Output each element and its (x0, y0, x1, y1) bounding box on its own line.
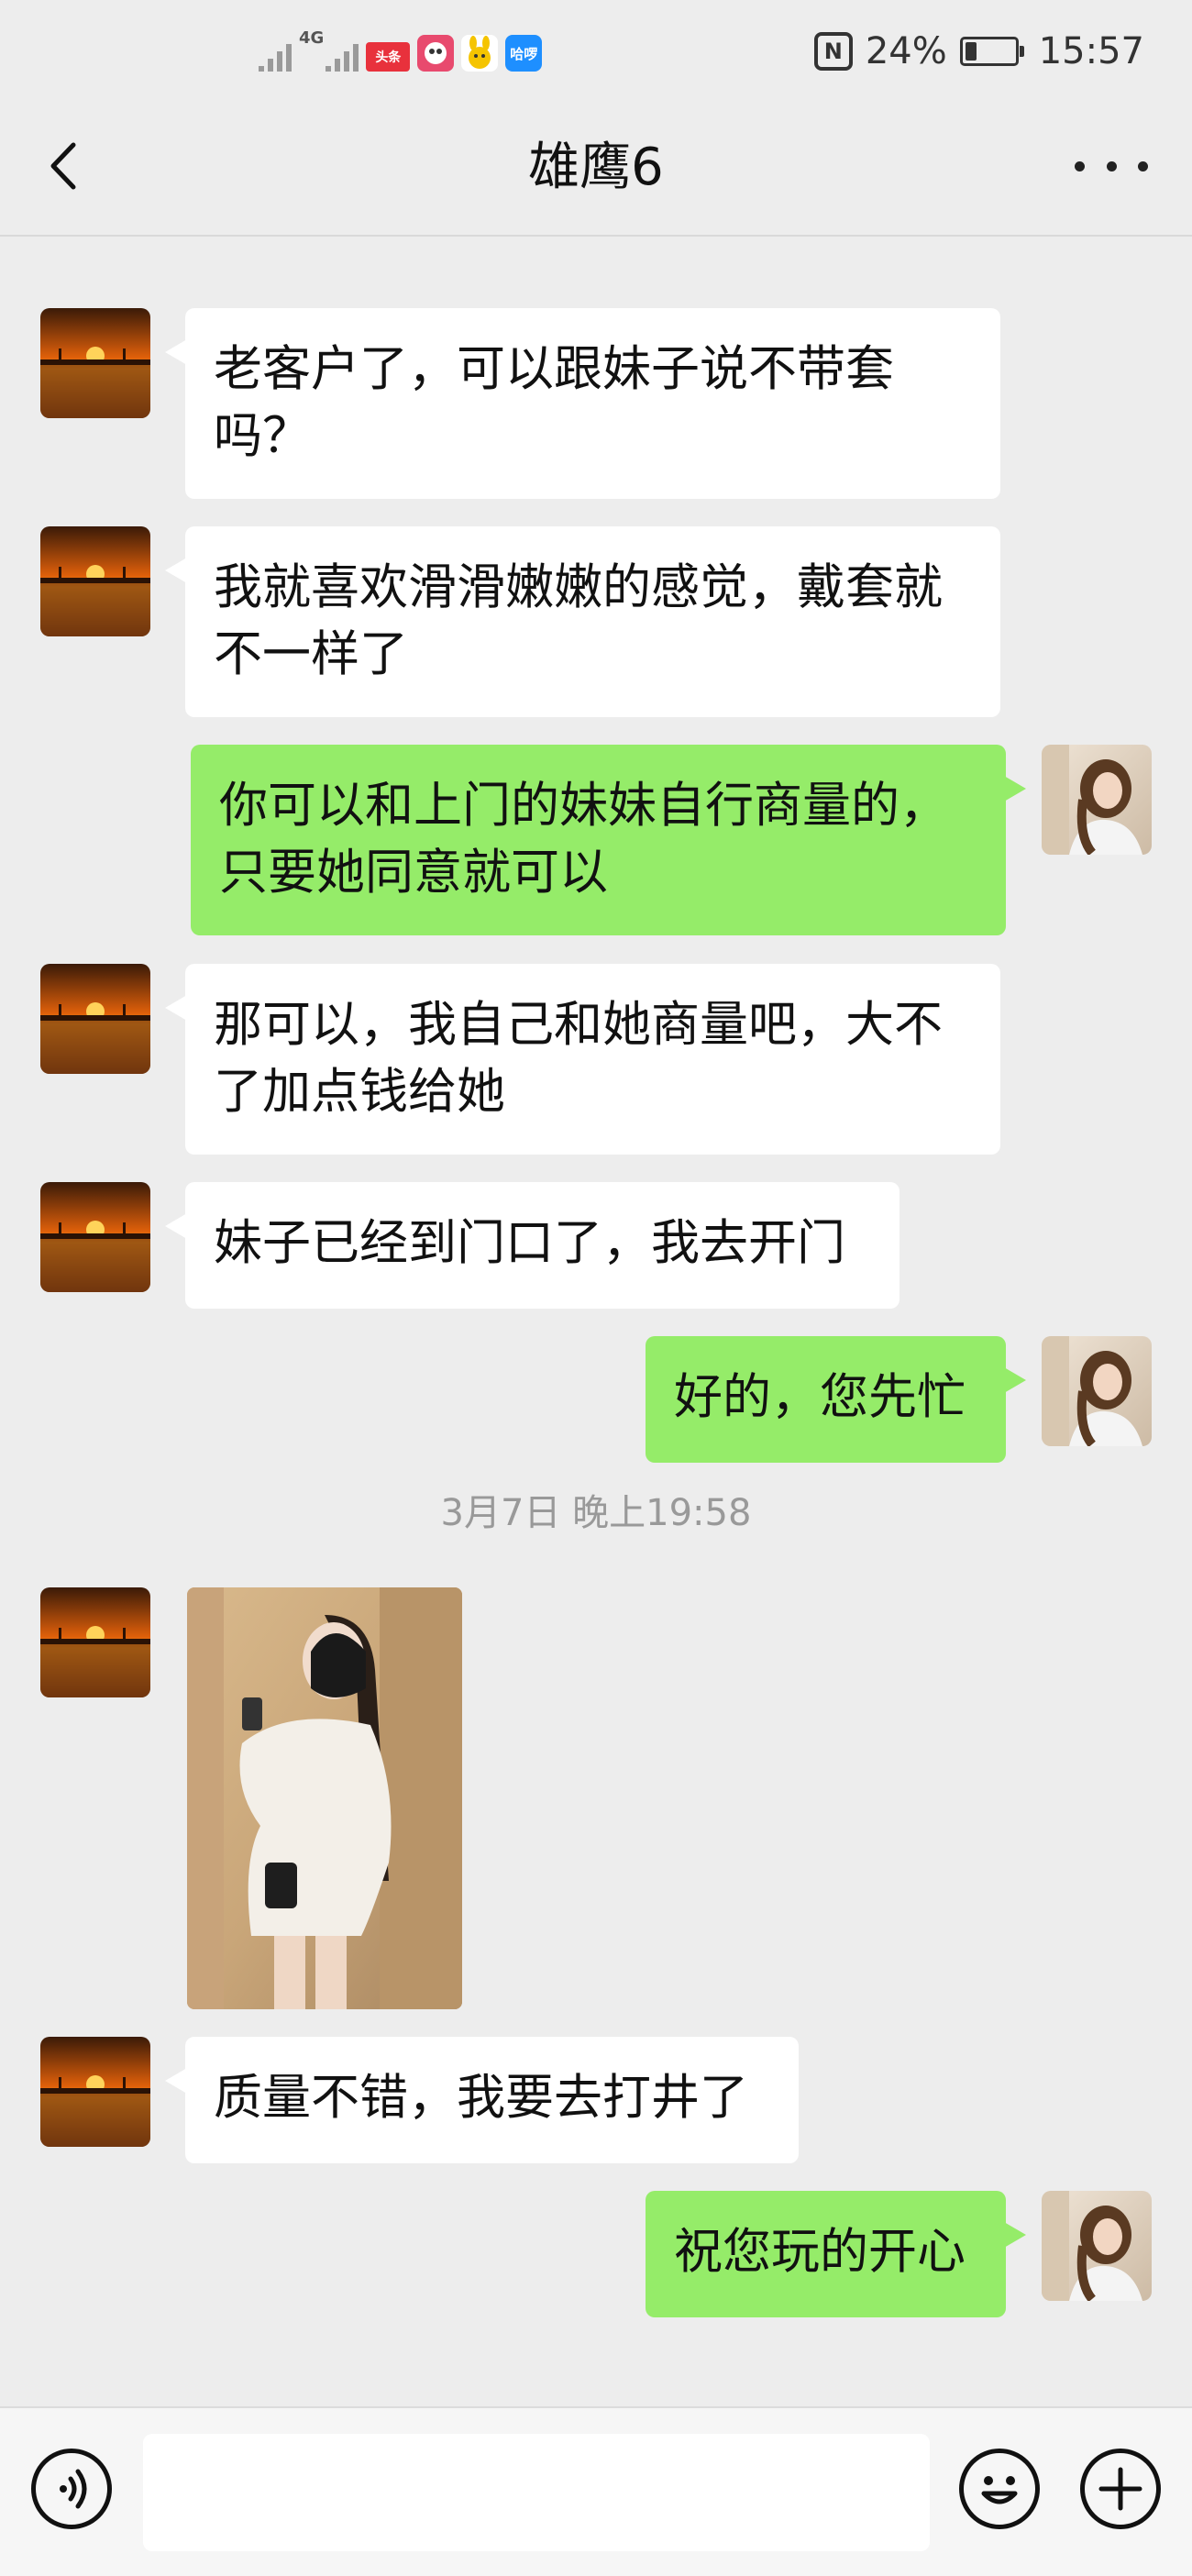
emoji-app-icon (417, 35, 455, 72)
chat-header: 雄鹰6 (0, 101, 1192, 237)
clock: 15:57 (1038, 30, 1144, 72)
signal-strength-2-icon (326, 44, 359, 72)
incoming-message[interactable]: 老客户了，可以跟妹子说不带套 吗？ (165, 308, 1000, 499)
more-button[interactable] (1075, 145, 1148, 187)
status-right: N 24% 15:57 (813, 26, 1144, 77)
message-input[interactable] (143, 2434, 930, 2551)
nfc-icon: N (813, 32, 853, 71)
message-timestamp: 3月7日 晚上19:58 (440, 1492, 752, 1534)
voice-button[interactable] (31, 2449, 112, 2529)
hello-app-icon: 哈啰 (505, 35, 543, 72)
emoji-icon (981, 2476, 1018, 2504)
emoji-button[interactable] (959, 2449, 1040, 2529)
incoming-message[interactable]: 那可以，我自己和她商量吧，大不 了加点钱给她 (165, 964, 1000, 1155)
outgoing-message[interactable]: 祝您玩的开心 (646, 2191, 1026, 2317)
my-avatar[interactable] (1042, 745, 1152, 855)
battery-percent: 24% (865, 30, 947, 72)
contact-avatar[interactable] (40, 2037, 150, 2147)
my-avatar[interactable] (1042, 1336, 1152, 1446)
battery-icon (959, 37, 1024, 66)
plus-icon (1098, 2467, 1142, 2511)
photo-image (187, 1587, 462, 2009)
battery-level (965, 42, 977, 61)
incoming-message[interactable]: 质量不错，我要去打井了 (165, 2037, 799, 2163)
outgoing-message[interactable]: 你可以和上门的妹妹自行商量的， 只要她同意就可以 (191, 745, 1026, 935)
my-avatar[interactable] (1042, 2191, 1152, 2301)
contact-avatar[interactable] (40, 964, 150, 1074)
pet-app-icon (461, 35, 499, 72)
contact-avatar[interactable] (40, 526, 150, 636)
photo-message[interactable] (187, 1587, 462, 2009)
signal-strength-icon (259, 44, 292, 72)
toutiao-app-icon: 头条 (366, 42, 411, 72)
contact-avatar[interactable] (40, 1182, 150, 1292)
contact-avatar[interactable] (40, 308, 150, 418)
status-left: 4G 头条 哈啰 (259, 26, 543, 72)
outgoing-message[interactable]: 好的，您先忙 (646, 1336, 1026, 1463)
chat-title: 雄鹰6 (528, 138, 664, 197)
voice-icon (60, 2469, 87, 2509)
network-type: 4G (299, 28, 325, 48)
contact-avatar[interactable] (40, 1587, 150, 1697)
chat-input-bar (0, 2406, 1192, 2576)
incoming-message[interactable]: 我就喜欢滑滑嫩嫩的感觉，戴套就 不一样了 (165, 526, 1000, 717)
more-dots-icon (1075, 160, 1148, 171)
incoming-message[interactable]: 妹子已经到门口了，我去开门 (165, 1182, 900, 1309)
status-bar: 4G 头条 哈啰 N 24% 15:57 (0, 0, 1192, 101)
more-actions-button[interactable] (1080, 2449, 1161, 2529)
